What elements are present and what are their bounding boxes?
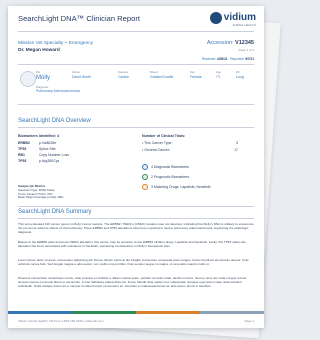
biomarker-alteration: Copy Number Loss	[38, 153, 69, 157]
owner-value: David Worth	[72, 75, 92, 79]
summary-item: 4 Diagnostic Biomarkers	[142, 164, 189, 170]
pet-name: Molly	[36, 75, 51, 81]
sex-value: Female	[190, 75, 202, 79]
biomarker-alteration: Splice Site	[38, 147, 56, 151]
diagnostic-icon	[142, 164, 148, 170]
footer-bar-segment	[200, 311, 264, 314]
summary-divider	[18, 206, 254, 207]
breed-value: Golden/Doodle	[150, 75, 174, 79]
drug-icon	[142, 184, 148, 190]
logo-subtext: ANIMAL HEALTH	[232, 23, 256, 27]
received-date: 4/26/21	[216, 57, 228, 61]
summary-heading-rule	[18, 218, 254, 219]
footer-page: Page 1	[244, 319, 254, 323]
age-label: Age	[216, 70, 221, 74]
report-dates: Received: 4/26/21 Reported: 5/7/21	[202, 57, 254, 61]
summary-item-text: 2 Prognostic Biomarkers	[151, 175, 190, 179]
sample-qc-line: Mean Target Coverage (x-fold): 490x	[18, 195, 64, 200]
header-divider	[18, 31, 254, 32]
summary-paragraph: Praesent consectetur scelerisque metus, …	[18, 276, 248, 289]
patient-divider	[18, 64, 254, 65]
summary-item-text: 3 Matching Drugs: Lapatinib, Neratinib	[151, 185, 211, 189]
sample-qc: Sample QC Metrics Specimen Type: FFPE Ti…	[18, 184, 118, 200]
summary-paragraph: This test evaluated 120 cancer genes in …	[18, 222, 254, 235]
accession-number: V12345	[235, 40, 254, 46]
wt-value: Lung	[236, 75, 244, 79]
sex-field: Sex Female	[190, 70, 202, 79]
species-field: Species Canine	[118, 70, 129, 79]
summary-item: 2 Prognostic Biomarkers	[142, 174, 189, 180]
clinical-trials-row: • General Cancer: 17	[142, 148, 238, 152]
reported-date: 5/7/21	[245, 57, 254, 61]
accession: Accession: V12345	[207, 40, 254, 46]
biomarkers-heading: Biomarkers Identified: 4	[18, 134, 59, 138]
prognostic-icon	[142, 174, 148, 180]
reported-label: Reported:	[230, 57, 245, 61]
vidium-logo-icon	[209, 12, 222, 24]
footer-bar-segment	[8, 311, 72, 314]
biomarker-gene: RB1	[18, 153, 26, 157]
age-field: Age 7Y	[216, 70, 221, 79]
footer-bar-segment	[72, 311, 136, 314]
biomarker-row: TP53 Splice Site	[18, 147, 108, 151]
doctor-name: Dr. Megan Howard	[18, 48, 60, 53]
logo-text: vidium	[223, 12, 256, 23]
summary-item-text: 4 Diagnostic Biomarkers	[151, 165, 189, 169]
footer-text: Vidium Animal Health | Toll-Free 1-833-7…	[18, 319, 104, 323]
owner-field: Owner David Worth	[72, 70, 91, 79]
clinical-trials-label: • This Cancer Type:	[142, 141, 173, 145]
clinical-trials-count: 3	[236, 141, 238, 145]
wt-label: Wt	[236, 70, 240, 74]
species-label: Species	[118, 70, 128, 74]
report-page: SearchLight DNA™ Clinician Report vidium…	[8, 6, 264, 328]
summary-paragraph: Lorem ipsum dolor sit amet, consectetur …	[18, 258, 249, 267]
report-title: SearchLight DNA™ Clinician Report	[18, 14, 140, 23]
wt-field: Wt Lung	[236, 70, 244, 79]
clinical-trials-heading: Number of Clinical Trials:	[142, 134, 186, 138]
biomarker-gene: TP53	[18, 147, 27, 151]
sex-label: Sex	[190, 70, 195, 74]
breed-label: Breed	[150, 70, 158, 74]
owner-label: Owner	[72, 70, 81, 74]
overview-divider	[18, 104, 254, 105]
pet-label: Pet	[36, 70, 41, 74]
breed-field: Breed Golden/Doodle	[150, 70, 173, 79]
biomarker-alteration: p.Arg280Cys	[38, 159, 60, 163]
received-label: Received:	[201, 57, 217, 61]
summary-paragraph: Based on the ERBB2 (also known as HER2) …	[18, 240, 246, 249]
species-value: Canine	[118, 75, 130, 79]
biomarker-row: TP53 p.Arg280Cys	[18, 159, 108, 163]
footer-bar-segment	[136, 311, 200, 314]
accession-label: Accession:	[206, 40, 234, 46]
biomarker-gene: TP53	[18, 159, 27, 163]
biomarker-gene: ERBB2	[18, 141, 30, 145]
clinical-trials-label: • General Cancer:	[142, 148, 170, 152]
diagnosis-value: Pulmonary Adenocarcinoma	[36, 89, 80, 93]
biomarker-row: RB1 Copy Number Loss	[18, 153, 108, 157]
hospital-name: Mission Vet Specialty + Emergency	[18, 41, 94, 46]
clinical-trials-count: 17	[234, 148, 238, 152]
overview-heading-rule	[18, 127, 254, 128]
summary-heading: SearchLight DNA Summary	[18, 209, 92, 215]
overview-heading: SearchLight DNA Overview	[18, 118, 91, 124]
biomarker-alteration: p.Val842Ile	[38, 141, 57, 145]
biomarker-row: ERBB2 p.Val842Ile	[18, 141, 108, 145]
vidium-logo: vidium ANIMAL HEALTH	[209, 12, 256, 27]
page-count: Page 1 of 4	[238, 48, 254, 52]
summary-item: 3 Matching Drugs: Lapatinib, Neratinib	[142, 184, 211, 190]
age-value: 7Y	[216, 75, 221, 79]
clinical-trials-row: • This Cancer Type: 3	[142, 141, 238, 145]
footer-color-bar	[8, 311, 264, 314]
pet-avatar-icon	[20, 71, 36, 87]
